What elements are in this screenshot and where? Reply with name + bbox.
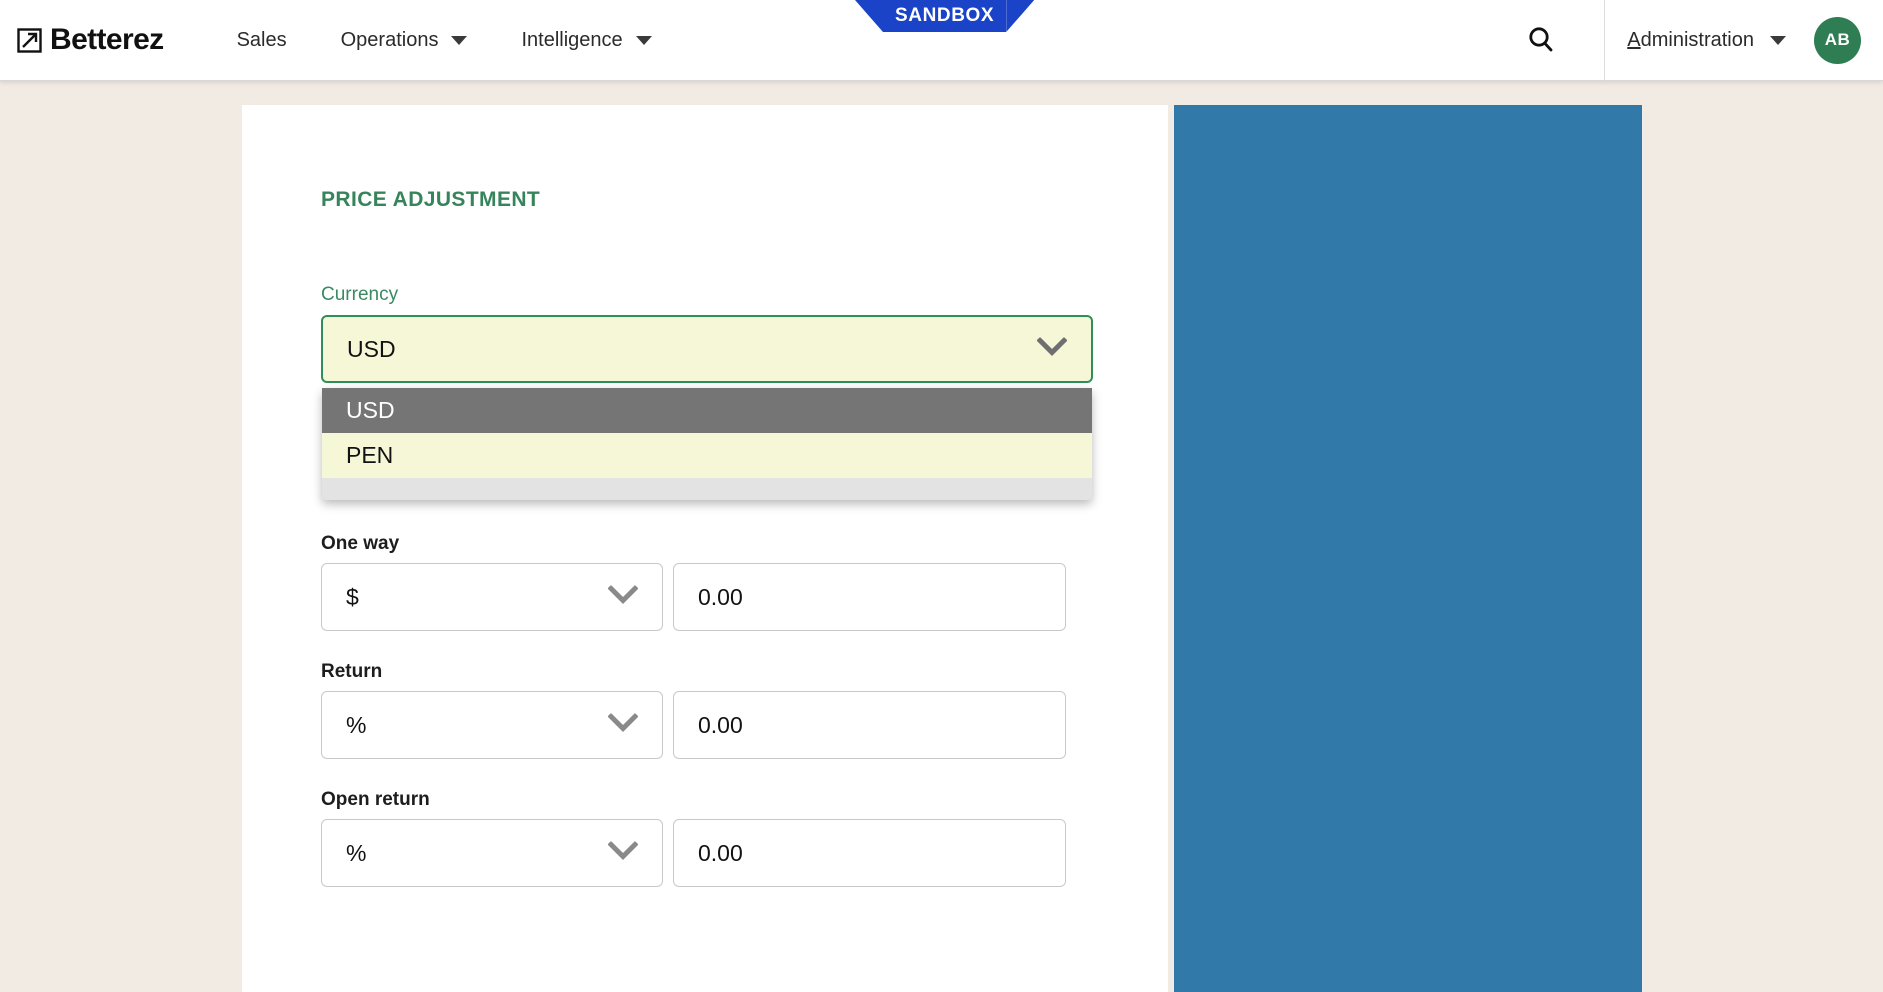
currency-dropdown-list[interactable]: USD PEN	[322, 388, 1092, 500]
top-navigation-bar: Betterez Sales Operations Intelligence A…	[0, 0, 1883, 81]
avatar[interactable]: AB	[1814, 16, 1861, 64]
search-button[interactable]	[1506, 0, 1576, 81]
nav-item-label: Operations	[340, 28, 439, 51]
chevron-down-icon	[1770, 35, 1786, 45]
main-nav: Sales Operations Intelligence	[210, 0, 679, 81]
currency-field: USD USD PEN	[321, 315, 1093, 500]
currency-option-usd[interactable]: USD	[322, 388, 1092, 433]
return-label: Return	[321, 661, 383, 682]
nav-item-sales[interactable]: Sales	[210, 0, 314, 81]
one-way-field-group: One way $	[321, 533, 1168, 631]
nav-item-operations[interactable]: Operations	[314, 0, 495, 81]
one-way-unit-select[interactable]: $	[321, 563, 663, 631]
currency-option-pen[interactable]: PEN	[322, 433, 1092, 478]
return-amount-input[interactable]	[673, 691, 1066, 759]
one-way-label: One way	[321, 533, 400, 554]
top-bar-right: Administration AB	[1506, 0, 1883, 81]
open-return-label: Open return	[321, 789, 430, 810]
administration-label: Administration	[1627, 29, 1754, 52]
sandbox-ribbon-left-flap	[855, 0, 883, 32]
content-card: PRICE ADJUSTMENT Currency USD USD PEN On…	[242, 105, 1168, 992]
currency-label: Currency	[321, 284, 399, 305]
brand-logo-link[interactable]: Betterez	[16, 25, 164, 55]
chevron-down-svg	[607, 840, 639, 861]
currency-option-label: USD	[346, 397, 395, 423]
sandbox-ribbon-right-flap	[1006, 0, 1035, 32]
open-return-row: %	[321, 819, 1168, 887]
search-icon	[1529, 27, 1553, 52]
chevron-down-icon	[607, 840, 639, 867]
chevron-down-icon	[1036, 336, 1068, 363]
avatar-initials: AB	[1824, 30, 1851, 49]
return-unit-value: %	[346, 711, 367, 738]
page-title: PRICE ADJUSTMENT	[321, 188, 541, 211]
top-bar-divider	[1604, 0, 1606, 81]
chevron-down-svg	[607, 712, 639, 733]
administration-label-rest: dministration	[1640, 28, 1754, 51]
side-panel	[1174, 105, 1642, 992]
brand-name: Betterez	[50, 23, 164, 56]
price-adjustment-form: PRICE ADJUSTMENT Currency USD USD PEN On…	[242, 105, 1168, 887]
open-return-field-group: Open return %	[321, 789, 1168, 887]
open-return-amount-input[interactable]	[673, 819, 1066, 887]
administration-accesskey: A	[1627, 28, 1641, 51]
arrow-square-logo-svg	[17, 27, 42, 53]
arrow-square-logo-icon	[16, 27, 43, 54]
nav-item-intelligence[interactable]: Intelligence	[494, 0, 678, 81]
sandbox-badge-label: SANDBOX	[883, 0, 1007, 32]
chevron-down-svg	[1036, 336, 1068, 357]
sandbox-environment-badge: SANDBOX	[855, 0, 1035, 32]
administration-menu[interactable]: Administration	[1627, 29, 1786, 52]
open-return-unit-value: %	[346, 839, 367, 866]
nav-item-label: Intelligence	[521, 28, 623, 51]
chevron-down-svg	[607, 584, 639, 605]
one-way-unit-value: $	[346, 583, 359, 610]
currency-selected-value: USD	[347, 335, 396, 362]
nav-item-label: Sales	[236, 28, 287, 51]
chevron-down-icon	[607, 712, 639, 739]
one-way-row: $	[321, 563, 1168, 631]
chevron-down-icon	[607, 584, 639, 611]
return-unit-select[interactable]: %	[321, 691, 663, 759]
return-row: %	[321, 691, 1168, 759]
chevron-down-icon	[635, 35, 652, 45]
return-field-group: Return %	[321, 661, 1168, 759]
one-way-amount-input[interactable]	[673, 563, 1066, 631]
currency-option-label: PEN	[346, 442, 394, 468]
open-return-unit-select[interactable]: %	[321, 819, 663, 887]
currency-select[interactable]: USD	[321, 315, 1093, 383]
page-body: PRICE ADJUSTMENT Currency USD USD PEN On…	[0, 81, 1883, 992]
chevron-down-icon	[451, 35, 468, 45]
